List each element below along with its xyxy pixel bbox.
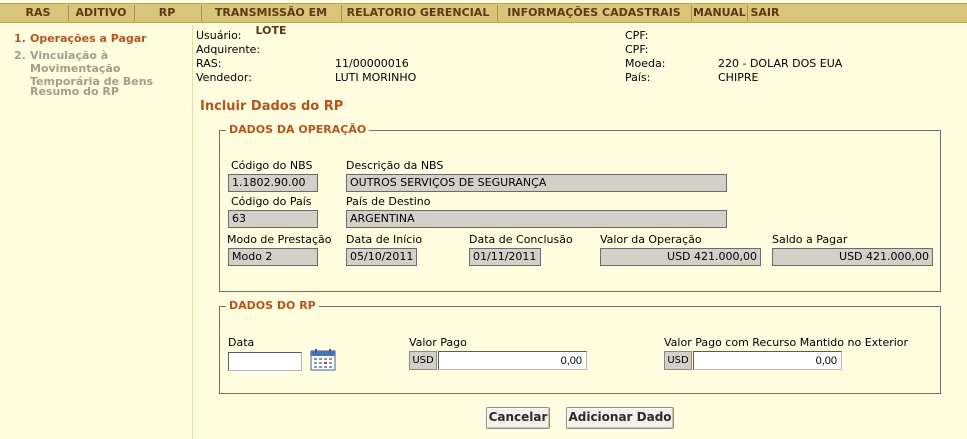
codigo-nbs-field: 1.1802.90.00 [228, 174, 318, 192]
codigo-nbs-label: Código do NBS [231, 159, 313, 172]
calendar-icon[interactable] [310, 349, 336, 371]
saldo-pagar-field: USD 421.000,00 [772, 248, 933, 266]
menu-rp[interactable]: RP [136, 4, 198, 22]
step-label: Operações a Pagar [30, 32, 147, 45]
add-data-button[interactable]: Adicionar Dado [566, 407, 674, 429]
moeda-value: 220 - DOLAR DOS EUA [718, 57, 843, 70]
pais-destino-label: País de Destino [346, 195, 431, 208]
step-label: Vinculação à Movimentação Temporária de … [30, 49, 154, 88]
step-number: 2. [14, 49, 26, 62]
menu-aditivo[interactable]: ADITIVO [70, 4, 132, 22]
menu-separator [341, 5, 342, 21]
modo-prestacao-label: Modo de Prestação [227, 233, 332, 246]
pais-value: CHIPRE [718, 71, 759, 84]
menu-separator [134, 5, 135, 21]
data-inicio-field: 05/10/2011 [346, 248, 417, 266]
menu-separator [747, 5, 748, 21]
step-number: 1. [14, 32, 26, 45]
rp-legend: DADOS DO RP [226, 299, 319, 312]
codigo-pais-label: Código do País [231, 195, 312, 208]
usuario-label: Usuário: [196, 29, 242, 42]
menu-manual[interactable]: MANUAL [693, 4, 746, 22]
valor-exterior-input[interactable] [693, 351, 842, 370]
vendedor-value: LUTI MORINHO [335, 71, 417, 84]
valor-operacao-field: USD 421.000,00 [600, 248, 761, 266]
saldo-pagar-label: Saldo a Pagar [772, 233, 848, 246]
cpf-label: CPF: [625, 43, 649, 56]
pais-label: País: [625, 71, 651, 84]
operacao-legend: DADOS DA OPERAÇÃO [226, 123, 370, 136]
menu-transmissao-em-lote[interactable]: TRANSMISSÃO EM LOTE [202, 4, 340, 37]
sidebar-steps: 1. Operações a Pagar 2. Vinculação à Movim… [0, 25, 193, 439]
modo-prestacao-field: Modo 2 [228, 248, 318, 266]
data-conclusao-label: Data de Conclusão [469, 233, 573, 246]
step-label: Resumo do RP [30, 85, 119, 98]
step-operacoes-a-pagar[interactable]: 1. Operações a Pagar [14, 32, 147, 45]
cpf-label: CPF: [625, 29, 649, 42]
menu-ras[interactable]: RAS [14, 4, 62, 22]
valor-pago-input[interactable] [438, 351, 587, 370]
menu-informacoes-cadastrais[interactable]: INFORMAÇÕES CADASTRAIS [499, 4, 689, 22]
valor-pago-label: Valor Pago [409, 336, 467, 349]
moeda-label: Moeda: [625, 57, 666, 70]
step-resumo-do-rp[interactable]: Resumo do RP [30, 85, 119, 98]
page-title: Incluir Dados do RP [200, 99, 344, 114]
step-vinculacao[interactable]: 2. Vinculação à Movimentação Temporária d… [14, 49, 190, 88]
valor-pago-currency: USD [409, 351, 437, 370]
valor-exterior-currency: USD [664, 351, 692, 370]
menu-separator [497, 5, 498, 21]
ras-label: RAS: [196, 57, 222, 70]
ras-value: 11/00000016 [335, 57, 409, 70]
menu-relatorio-gerencial[interactable]: RELATORIO GERENCIAL [343, 4, 493, 22]
cancel-button[interactable]: Cancelar [486, 407, 550, 429]
top-menu-bar: RAS ADITIVO RP TRANSMISSÃO EM LOTE RELAT… [0, 3, 967, 37]
data-inicio-label: Data de Início [346, 233, 423, 246]
valor-exterior-label: Valor Pago com Recurso Mantido no Exteri… [664, 336, 909, 349]
vendedor-label: Vendedor: [196, 71, 252, 84]
valor-operacao-label: Valor da Operação [600, 233, 702, 246]
descricao-nbs-label: Descrição da NBS [346, 159, 444, 172]
pais-destino-field: ARGENTINA [346, 210, 727, 228]
menu-separator [68, 5, 69, 21]
data-label: Data [228, 336, 255, 349]
data-conclusao-field: 01/11/2011 [469, 248, 541, 266]
codigo-pais-field: 63 [228, 210, 318, 228]
menu-sair[interactable]: SAIR [749, 4, 781, 22]
data-input[interactable] [228, 352, 302, 371]
adquirente-label: Adquirente: [196, 43, 261, 56]
descricao-nbs-field: OUTROS SERVIÇOS DE SEGURANÇA [346, 174, 727, 192]
menu-separator [691, 5, 692, 21]
